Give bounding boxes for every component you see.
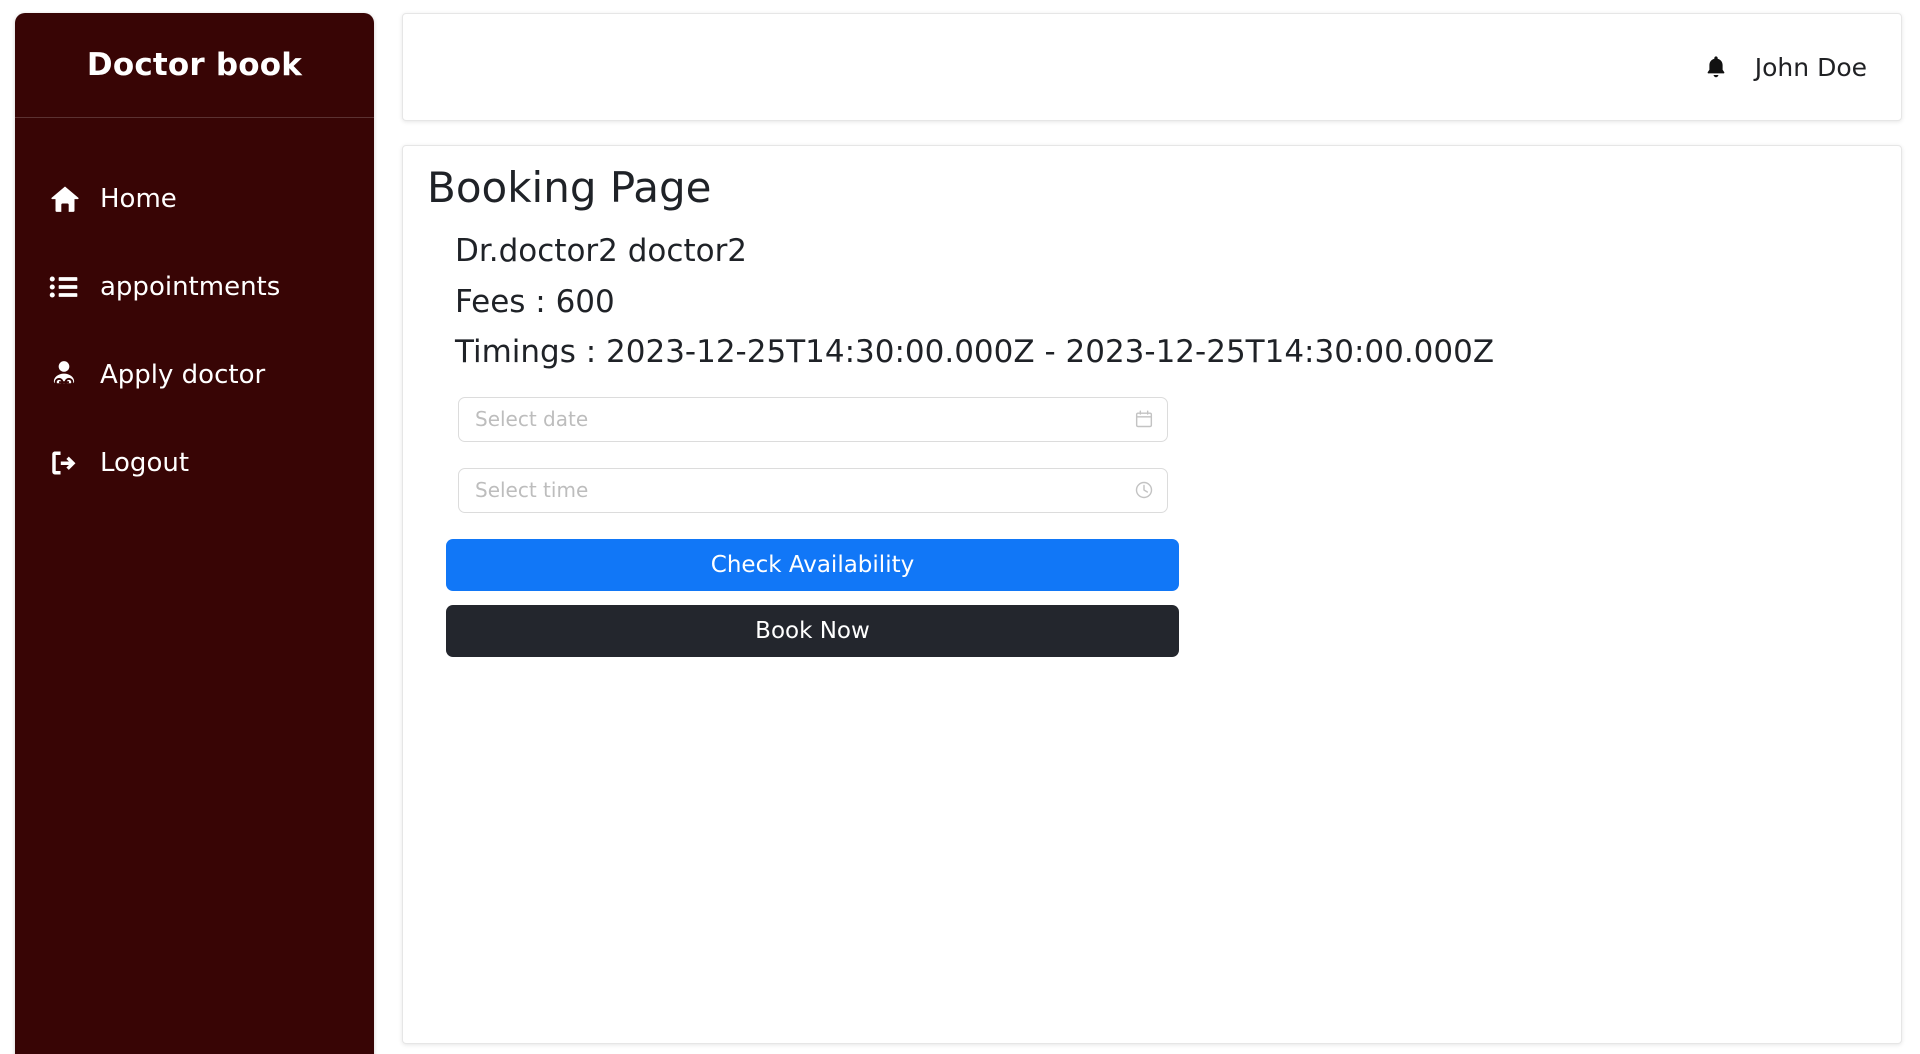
top-header-bar: John Doe xyxy=(402,13,1902,121)
sidebar-item-label-apply-doctor: Apply doctor xyxy=(100,360,266,390)
doctor-name: Dr.doctor2 doctor2 xyxy=(455,233,748,270)
main-content-card: Booking Page Dr.doctor2 doctor2 Fees : 6… xyxy=(402,145,1902,1044)
page-title: Booking Page xyxy=(427,163,712,212)
doctor-timings: Timings : 2023-12-25T14:30:00.000Z - 202… xyxy=(455,333,1495,370)
select-date-input[interactable] xyxy=(475,407,1126,432)
home-icon xyxy=(48,182,86,216)
logout-icon xyxy=(48,447,86,479)
book-now-button[interactable]: Book Now xyxy=(446,604,1179,657)
sidebar-item-appointments[interactable]: appointments xyxy=(15,256,374,318)
doctor-info-block: Dr.doctor2 doctor2 Fees : 600 Timings : … xyxy=(427,226,1877,377)
sidebar-brand-title: Doctor book xyxy=(86,47,303,83)
booking-form: Check Availability Book Now xyxy=(427,396,1877,657)
app-root: Doctor book Home appointments Apply doct… xyxy=(0,0,1920,1054)
date-picker[interactable] xyxy=(458,396,1168,442)
list-icon xyxy=(48,271,86,303)
sidebar-menu: Home appointments Apply doctor Logout xyxy=(15,118,374,494)
sidebar-header: Doctor book xyxy=(15,13,374,118)
doctor-icon xyxy=(48,359,86,391)
check-availability-button[interactable]: Check Availability xyxy=(446,538,1179,591)
header-user-name[interactable]: John Doe xyxy=(1755,53,1867,82)
header-right-group: John Doe xyxy=(1703,53,1867,82)
calendar-icon[interactable] xyxy=(1134,409,1154,429)
sidebar-item-label-logout: Logout xyxy=(100,448,190,478)
sidebar-item-label-home: Home xyxy=(100,184,177,214)
bell-icon[interactable] xyxy=(1703,53,1729,81)
select-time-input[interactable] xyxy=(475,478,1126,503)
sidebar-item-home[interactable]: Home xyxy=(15,168,374,230)
time-picker[interactable] xyxy=(458,467,1168,513)
clock-icon[interactable] xyxy=(1134,480,1154,500)
sidebar: Doctor book Home appointments Apply doct… xyxy=(15,13,374,1054)
sidebar-item-label-appointments: appointments xyxy=(100,272,281,302)
sidebar-item-apply-doctor[interactable]: Apply doctor xyxy=(15,344,374,406)
doctor-fees: Fees : 600 xyxy=(455,283,615,320)
sidebar-item-logout[interactable]: Logout xyxy=(15,432,374,494)
